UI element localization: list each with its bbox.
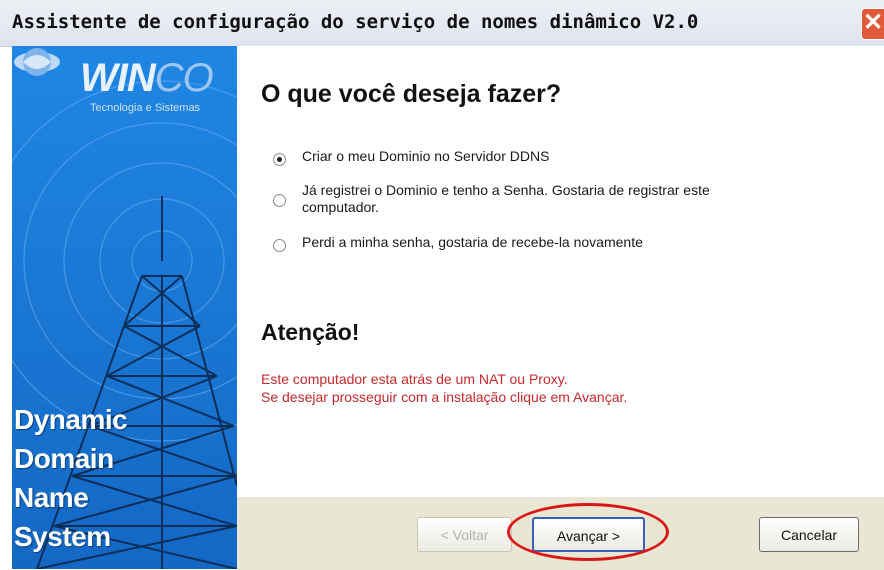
winco-logo-icon xyxy=(14,48,60,76)
logo-win: WIN xyxy=(80,56,156,100)
warning-message: Este computador esta atrás de um NAT ou … xyxy=(261,370,627,406)
warning-line-1: Este computador esta atrás de um NAT ou … xyxy=(261,371,568,387)
attention-heading: Atenção! xyxy=(261,319,360,345)
close-button[interactable]: ✕ xyxy=(861,8,884,40)
back-button[interactable]: < Voltar xyxy=(417,517,512,552)
sidebar-line-name: Name xyxy=(14,482,89,513)
sidebar-line-domain: Domain xyxy=(14,443,114,474)
title-bar: Assistente de configuração do serviço de… xyxy=(0,0,884,47)
option-create-domain[interactable]: Criar o meu Dominio no Servidor DDNS xyxy=(273,148,782,166)
radio-recover-password[interactable] xyxy=(273,239,286,252)
logo-co: CO xyxy=(154,56,214,100)
close-icon: ✕ xyxy=(862,9,884,36)
radio-create-domain[interactable] xyxy=(273,153,286,166)
radio-register-computer[interactable] xyxy=(273,194,286,207)
option-label: Perdi a minha senha, gostaria de recebe-… xyxy=(302,234,643,250)
logo-subtitle: Tecnologia e Sistemas xyxy=(90,102,201,114)
option-label: Criar o meu Dominio no Servidor DDNS xyxy=(302,148,550,164)
page-heading: O que você deseja fazer? xyxy=(261,80,562,108)
sidebar-line-dynamic: Dynamic xyxy=(14,404,128,435)
window-title: Assistente de configuração do serviço de… xyxy=(12,11,699,33)
highlight-annotation xyxy=(507,503,669,561)
warning-line-2: Se desejar prosseguir com a instalação c… xyxy=(261,389,628,405)
wizard-content: O que você deseja fazer? Criar o meu Dom… xyxy=(237,46,884,496)
option-label: Já registrei o Dominio e tenho a Senha. … xyxy=(302,182,710,215)
sidebar-line-system: System xyxy=(14,521,111,552)
button-bar: < Voltar Avançar > Cancelar xyxy=(237,496,884,570)
option-register-computer[interactable]: Já registrei o Dominio e tenho a Senha. … xyxy=(273,182,782,216)
option-recover-password[interactable]: Perdi a minha senha, gostaria de recebe-… xyxy=(273,234,782,252)
logo-wordmark: WINCO xyxy=(80,56,214,101)
cancel-button[interactable]: Cancelar xyxy=(759,517,859,552)
wizard-sidebar: WINCO Tecnologia e Sistemas Dynamic Doma… xyxy=(12,46,237,569)
